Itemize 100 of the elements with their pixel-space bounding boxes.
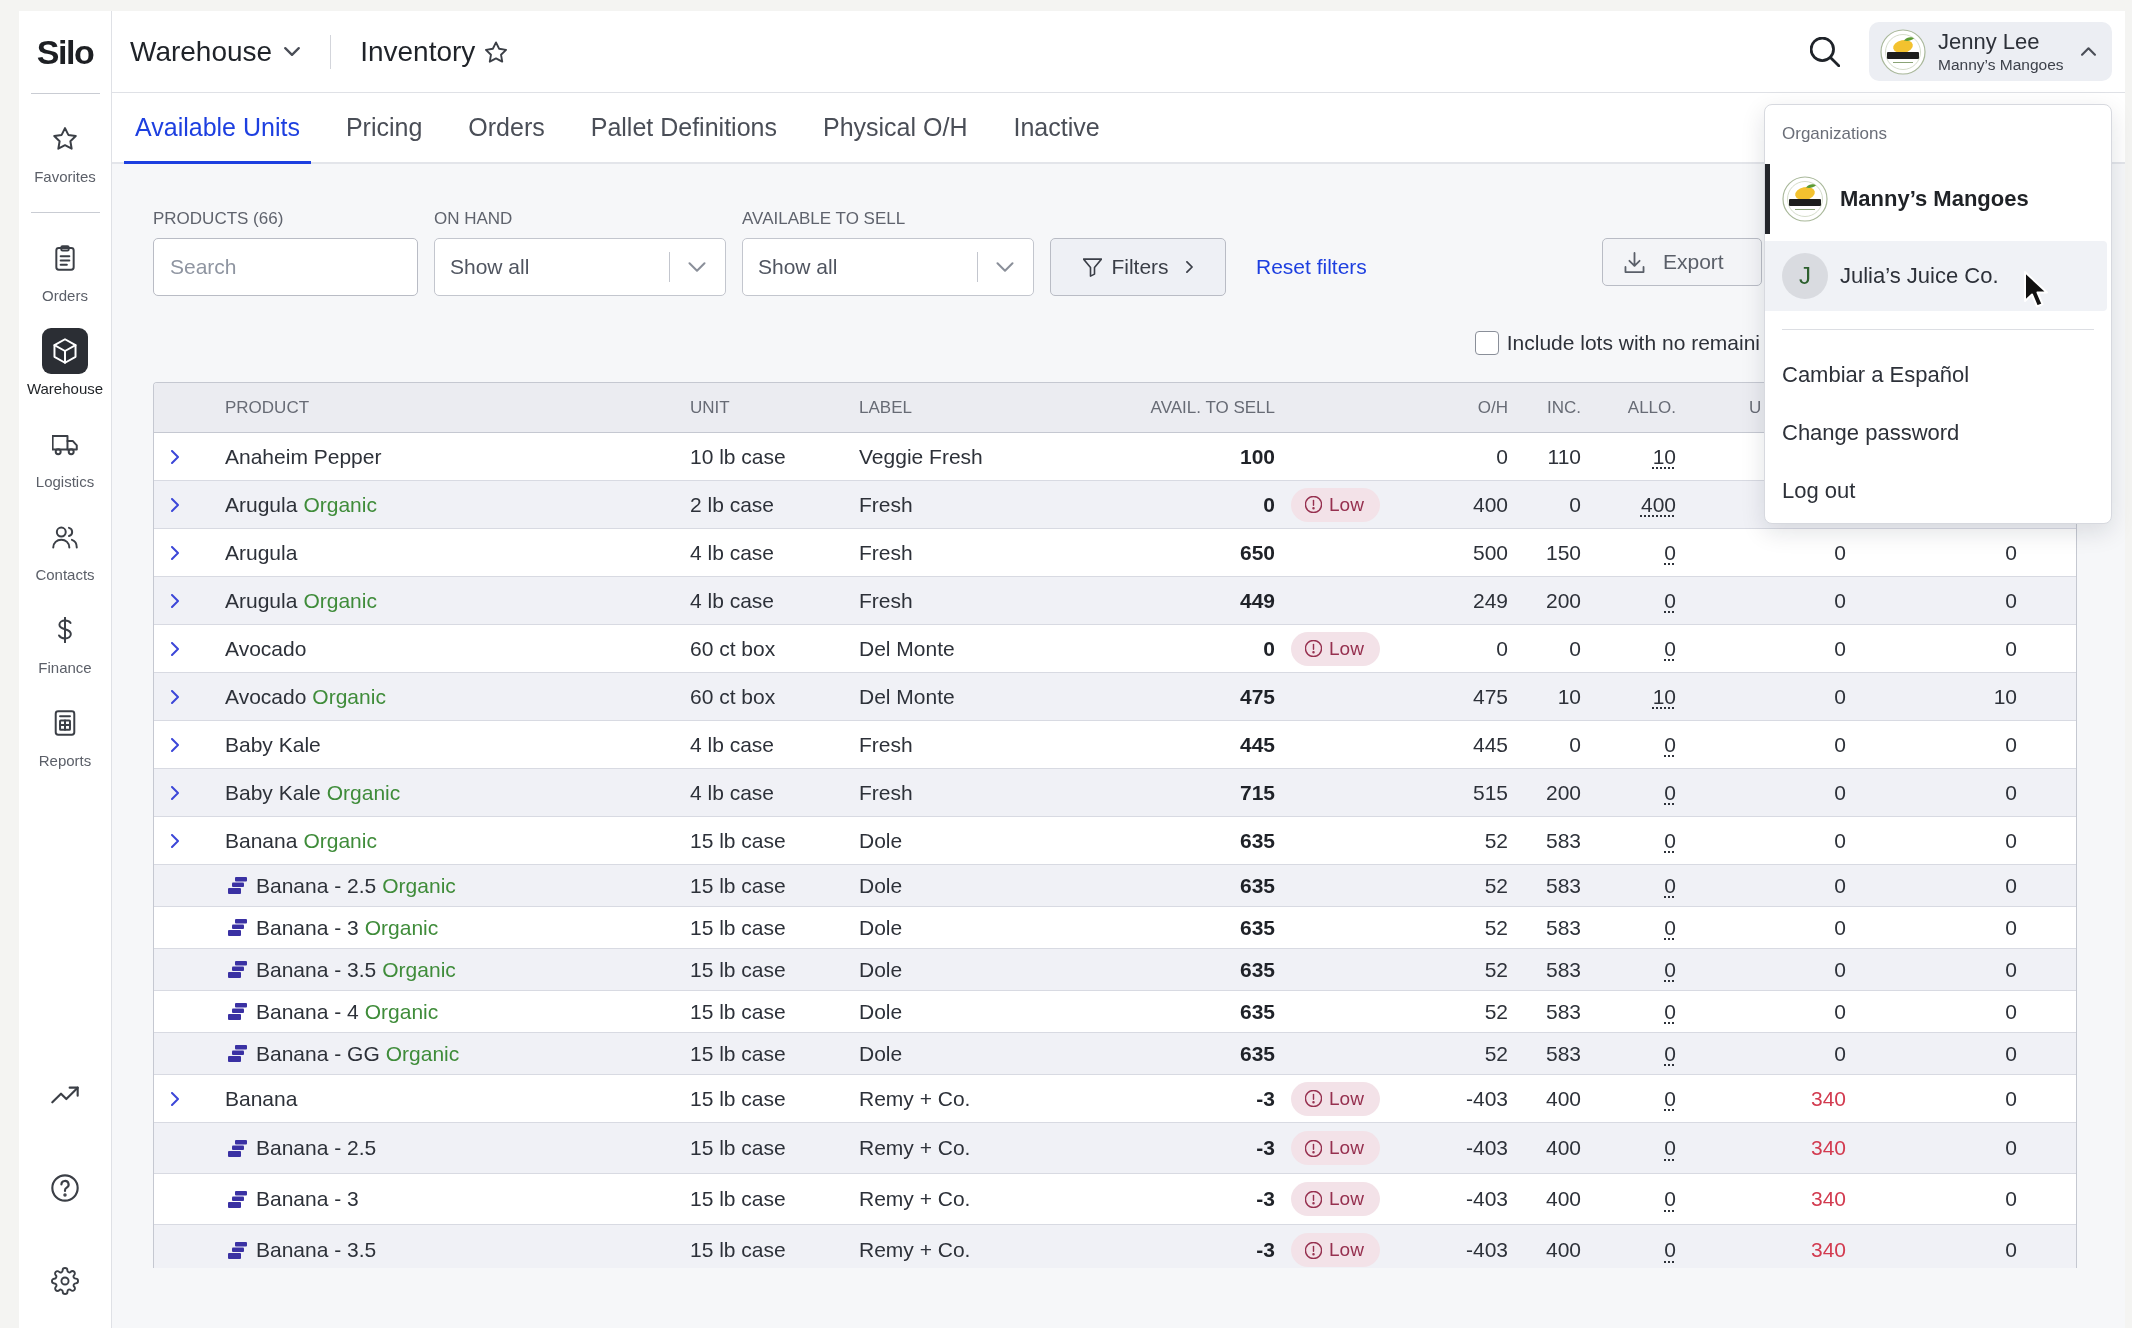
settings-icon[interactable] xyxy=(51,1267,79,1295)
table-cell: 0 xyxy=(2005,540,2017,564)
export-button[interactable]: Export xyxy=(1602,238,1762,286)
table-cell: 515 xyxy=(1472,780,1508,804)
table-cell: 445 xyxy=(1472,732,1508,756)
product-name: Banana - 4 xyxy=(256,999,359,1023)
search-icon[interactable] xyxy=(1810,36,1840,67)
table-cell: 15 lb case xyxy=(690,1187,786,1210)
column-header: LABEL xyxy=(859,397,912,417)
table-cell: Del Monte xyxy=(859,684,955,708)
user-menu-button[interactable]: Jenny Lee Manny’s Mangoes xyxy=(1869,22,2112,81)
table-cell: 0 xyxy=(2005,957,2017,981)
app-logo: Silo xyxy=(36,31,94,73)
help-icon[interactable] xyxy=(51,1174,79,1202)
document-icon xyxy=(52,710,78,736)
product-name: Avocado xyxy=(225,636,307,661)
expand-chevron-icon[interactable] xyxy=(171,689,179,704)
table-cell: 100 xyxy=(1239,444,1275,468)
nav-item[interactable]: Reports xyxy=(38,700,92,772)
table-cell: Dole xyxy=(859,1041,903,1065)
reset-filters-link[interactable]: Reset filters xyxy=(1256,238,1367,296)
expand-chevron-icon[interactable] xyxy=(171,497,179,512)
table-cell: 10 xyxy=(1557,684,1581,708)
table-cell: -403 xyxy=(1465,1086,1508,1110)
funnel-icon xyxy=(1083,257,1103,277)
search-field[interactable]: Search xyxy=(153,238,418,296)
chevron-down-icon xyxy=(996,262,1014,272)
tab[interactable]: Pricing xyxy=(334,93,434,164)
tab[interactable]: Pallet Definitions xyxy=(579,93,788,164)
product-name: Banana - GG xyxy=(256,1041,380,1065)
table-cell: Dole xyxy=(859,915,903,939)
table-cell: 0 xyxy=(1664,828,1676,852)
table-cell: 0 xyxy=(1664,636,1676,660)
table-cell: 650 xyxy=(1239,540,1275,564)
available-to-sell-select[interactable]: Show all xyxy=(742,238,1034,296)
expand-chevron-icon[interactable] xyxy=(171,1091,179,1106)
table-cell: -3 xyxy=(1256,1086,1275,1110)
product-name: Banana xyxy=(225,1086,298,1111)
organization-item[interactable]: J Julia’s Juice Co. xyxy=(1765,241,2107,311)
table-cell: 200 xyxy=(1545,588,1581,612)
column-header: INC. xyxy=(1547,397,1581,417)
table-cell: 340 xyxy=(1810,1136,1846,1159)
stacked-boxes-icon xyxy=(228,877,247,894)
table-cell: 0 xyxy=(1834,999,1846,1023)
stacked-boxes-icon xyxy=(228,1045,247,1062)
nav-item[interactable]: Logistics xyxy=(35,421,95,493)
menu-item[interactable]: Change password xyxy=(1765,404,2111,462)
table-cell: 0 xyxy=(1664,873,1676,897)
nav-item[interactable]: Finance xyxy=(38,607,92,679)
cube-icon xyxy=(42,328,88,374)
table-cell: Veggie Fresh xyxy=(859,444,983,468)
table-cell: 4 lb case xyxy=(690,780,775,804)
organization-item[interactable]: Manny’s Mangoes xyxy=(1765,164,2107,234)
expand-chevron-icon[interactable] xyxy=(171,833,179,848)
user-organization: Manny’s Mangoes xyxy=(1938,54,2065,75)
filters-button[interactable]: Filters xyxy=(1050,238,1226,296)
include-lots-checkbox[interactable] xyxy=(1474,330,1499,355)
product-name: Banana - 3 xyxy=(256,1187,359,1210)
table-cell: 10 lb case xyxy=(690,444,786,468)
table-cell: 15 lb case xyxy=(690,1136,786,1159)
mouse-pointer-icon xyxy=(2023,270,2050,310)
menu-item[interactable]: Log out xyxy=(1765,462,2111,520)
tab[interactable]: Inactive xyxy=(1002,93,1111,164)
table-cell: -403 xyxy=(1465,1136,1508,1159)
table-cell: 150 xyxy=(1545,540,1581,564)
status-text: Low xyxy=(1329,1188,1364,1210)
table-cell: 0 xyxy=(1664,1187,1676,1210)
nav-item[interactable]: Warehouse xyxy=(26,328,104,400)
on-hand-select[interactable]: Show all xyxy=(434,238,726,296)
table-cell: 0 xyxy=(1664,999,1676,1023)
tab[interactable]: Physical O/H xyxy=(811,93,979,164)
table-cell: Dole xyxy=(859,957,903,981)
organic-label: Organic xyxy=(303,492,377,517)
product-name: Arugula xyxy=(225,540,298,565)
expand-chevron-icon[interactable] xyxy=(171,641,179,656)
star-icon[interactable] xyxy=(485,40,508,63)
expand-chevron-icon[interactable] xyxy=(171,593,179,608)
table-cell: 0 xyxy=(1664,915,1676,939)
product-name: Baby Kale xyxy=(225,732,321,757)
organic-label: Organic xyxy=(385,1041,460,1065)
nav-item[interactable]: Favorites xyxy=(34,116,96,188)
menu-item[interactable]: Cambiar a Español xyxy=(1765,346,2111,404)
expand-chevron-icon[interactable] xyxy=(171,737,179,752)
product-name: Banana - 2.5 xyxy=(256,873,377,897)
expand-chevron-icon[interactable] xyxy=(171,545,179,560)
field-label: AVAILABLE TO SELL xyxy=(742,209,906,229)
expand-chevron-icon[interactable] xyxy=(171,449,179,464)
checkbox-label: Include lots with no remaini xyxy=(1506,330,1760,355)
tab[interactable]: Orders xyxy=(457,93,556,164)
nav-item[interactable]: Contacts xyxy=(35,514,95,586)
expand-chevron-icon[interactable] xyxy=(171,785,179,800)
table-cell: 0 xyxy=(1664,1238,1676,1261)
table-cell: 10 xyxy=(1652,444,1676,468)
table-cell: 635 xyxy=(1239,828,1275,852)
nav-item[interactable]: Orders xyxy=(42,235,88,307)
column-header: AVAIL. TO SELL xyxy=(1150,397,1275,417)
product-name: Banana - 3.5 xyxy=(256,1238,377,1261)
stacked-boxes-icon xyxy=(228,1190,247,1208)
module-switcher[interactable]: Warehouse xyxy=(130,35,301,68)
column-header: UNIT xyxy=(690,397,730,417)
